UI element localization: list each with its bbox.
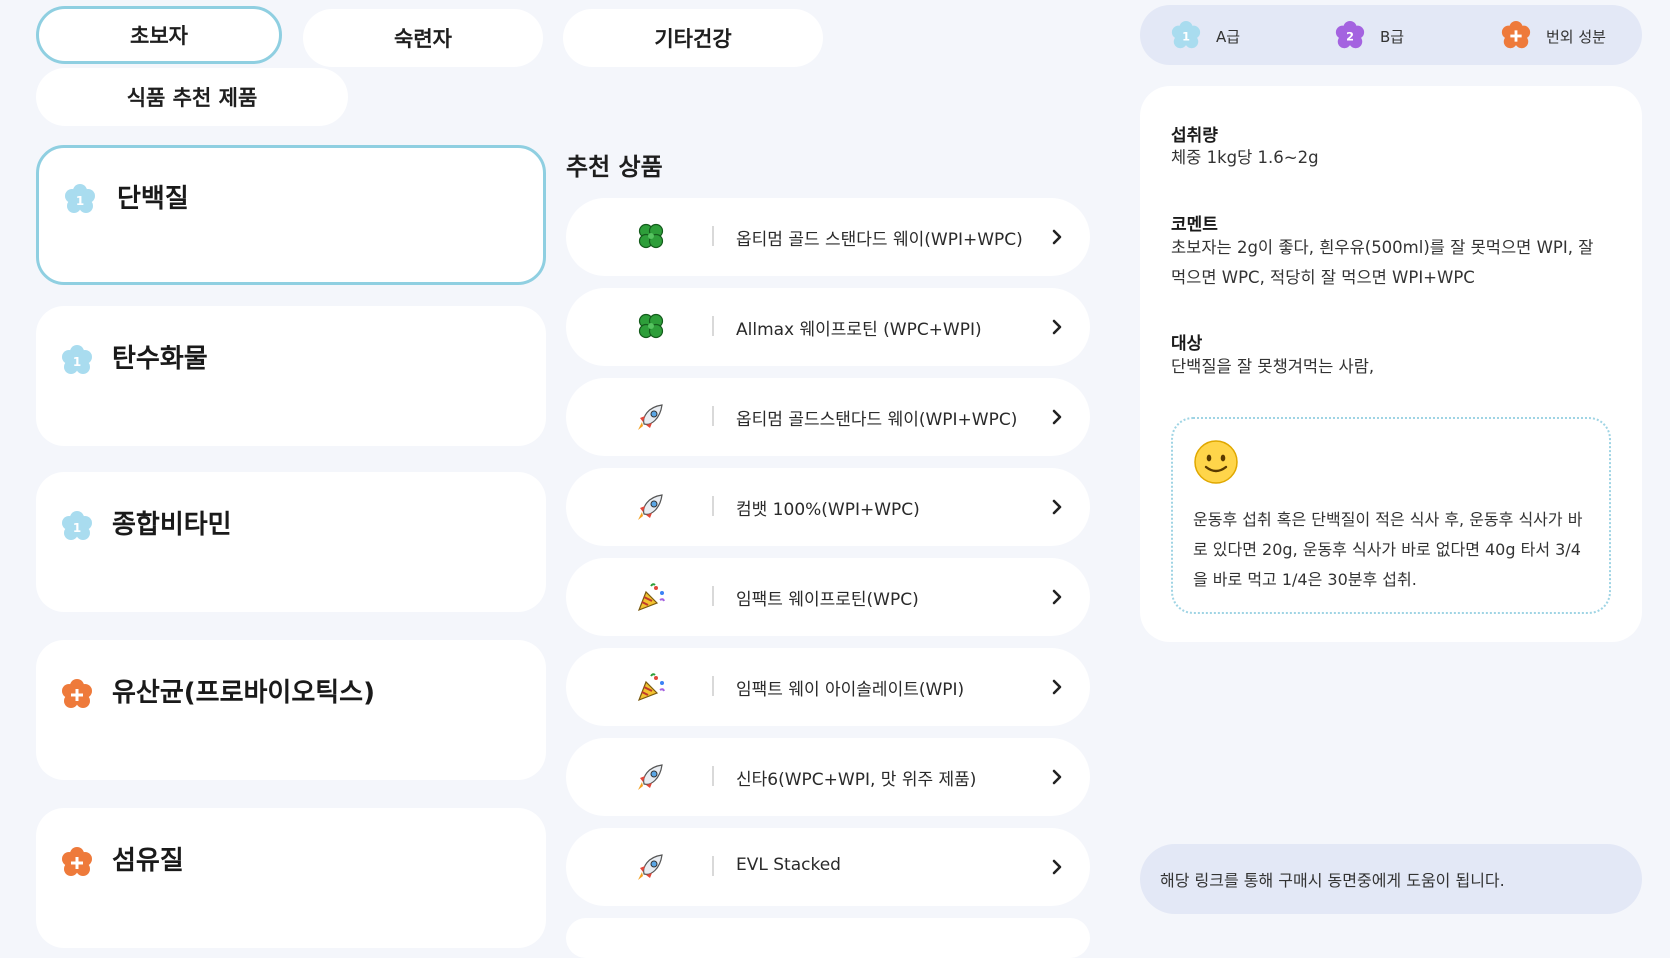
product-item[interactable]: EVL Stacked bbox=[566, 828, 1090, 906]
separator bbox=[712, 226, 714, 246]
product-label: 임팩트 웨이 아이솔레이트(WPI) bbox=[736, 680, 965, 700]
svg-text:1: 1 bbox=[1182, 31, 1190, 44]
grade-a-badge-icon: 1 bbox=[65, 184, 95, 213]
chevron-right-icon bbox=[1052, 769, 1062, 785]
product-item[interactable]: 옵티멈 골드스탠다드 웨이(WPI+WPC) bbox=[566, 378, 1090, 456]
separator bbox=[712, 676, 714, 696]
product-item[interactable]: 옵티멈 골드 스탠다드 웨이(WPI+WPC) bbox=[566, 198, 1090, 276]
category-card-protein[interactable]: 1 단백질 bbox=[36, 145, 546, 285]
legend-item-b: 2 B급 bbox=[1334, 20, 1404, 52]
svg-text:1: 1 bbox=[73, 355, 81, 369]
target-text: 단백질을 잘 못챙겨먹는 사람, bbox=[1171, 357, 1375, 376]
grade-legend: 1 A급 2 B급 번외 성분 bbox=[1140, 5, 1642, 65]
product-item[interactable]: 신타6(WPC+WPI, 맛 위주 제품) bbox=[566, 738, 1090, 816]
separator bbox=[712, 406, 714, 426]
grade-a-badge-icon: 1 bbox=[62, 511, 92, 540]
grade-b-badge-icon: 2 bbox=[1335, 20, 1365, 49]
product-item[interactable]: 임팩트 웨이프로틴(WPC) bbox=[566, 558, 1090, 636]
legend-label: B급 bbox=[1380, 27, 1405, 46]
category-label: 단백질 bbox=[117, 184, 189, 214]
recommended-products-title: 추천 상품 bbox=[566, 153, 663, 181]
extra-ingredient-badge-icon bbox=[62, 847, 92, 876]
separator bbox=[712, 496, 714, 516]
chevron-right-icon bbox=[1052, 499, 1062, 515]
legend-label: 번외 성분 bbox=[1546, 27, 1606, 46]
svg-text:2: 2 bbox=[1346, 31, 1354, 44]
separator bbox=[712, 316, 714, 336]
product-item[interactable]: 임팩트 웨이 아이솔레이트(WPI) bbox=[566, 648, 1090, 726]
chevron-right-icon bbox=[1052, 319, 1062, 335]
chevron-right-icon bbox=[1052, 229, 1062, 245]
product-item[interactable]: 컴뱃 100%(WPI+WPC) bbox=[566, 468, 1090, 546]
tab-beginner[interactable]: 초보자 bbox=[36, 6, 282, 64]
intake-text: 체중 1kg당 1.6~2g bbox=[1171, 148, 1319, 167]
party-popper-icon bbox=[637, 673, 665, 702]
rocket-icon bbox=[638, 854, 663, 880]
chevron-right-icon bbox=[1052, 409, 1062, 425]
category-card-probiotics[interactable]: 유산균(프로바이오틱스) bbox=[36, 640, 546, 780]
separator bbox=[712, 766, 714, 786]
product-item[interactable]: Allmax 웨이프로틴 (WPC+WPI) bbox=[566, 288, 1090, 366]
svg-text:1: 1 bbox=[76, 194, 84, 208]
grade-a-badge-icon: 1 bbox=[1171, 20, 1201, 49]
legend-label: A급 bbox=[1216, 27, 1241, 46]
comment-text: 초보자는 2g이 좋다, 흰우유(500ml)를 잘 못먹으면 WPI, 잘 먹… bbox=[1171, 238, 1594, 287]
category-card-carbs[interactable]: 1 탄수화물 bbox=[36, 306, 546, 446]
product-label: EVL Stacked bbox=[736, 855, 841, 875]
clover-icon bbox=[638, 223, 664, 249]
tip-text: 운동후 섭취 혹은 단백질이 적은 식사 후, 운동후 식사가 바로 있다면 2… bbox=[1193, 510, 1583, 589]
category-label: 탄수화물 bbox=[112, 344, 208, 374]
category-card-multivitamin[interactable]: 1 종합비타민 bbox=[36, 472, 546, 612]
product-label: 임팩트 웨이프로틴(WPC) bbox=[736, 590, 919, 610]
comment-heading: 코멘트 bbox=[1171, 215, 1218, 235]
category-label: 종합비타민 bbox=[112, 510, 232, 540]
tip-box: 운동후 섭취 혹은 단백질이 적은 식사 후, 운동후 식사가 바로 있다면 2… bbox=[1171, 417, 1611, 614]
target-heading: 대상 bbox=[1171, 334, 1203, 354]
category-label: 유산균(프로바이오틱스) bbox=[112, 678, 375, 708]
smiley-face-icon bbox=[1194, 440, 1238, 484]
rocket-icon bbox=[638, 404, 663, 430]
category-label: 섬유질 bbox=[112, 846, 184, 876]
tab-food-recommendations[interactable]: 식품 추천 제품 bbox=[36, 68, 348, 126]
tab-advanced[interactable]: 숙련자 bbox=[303, 9, 543, 67]
svg-text:1: 1 bbox=[73, 521, 81, 535]
grade-a-badge-icon: 1 bbox=[62, 345, 92, 374]
product-label: 컴뱃 100%(WPI+WPC) bbox=[736, 500, 920, 520]
rocket-icon bbox=[638, 764, 663, 790]
chevron-right-icon bbox=[1052, 679, 1062, 695]
legend-item-a: 1 A급 bbox=[1170, 20, 1240, 52]
category-card-fiber[interactable]: 섬유질 bbox=[36, 808, 546, 948]
chevron-right-icon bbox=[1052, 859, 1062, 875]
clover-icon bbox=[638, 313, 664, 339]
product-label: Allmax 웨이프로틴 (WPC+WPI) bbox=[736, 320, 982, 340]
product-item-partial[interactable] bbox=[566, 918, 1090, 958]
separator bbox=[712, 586, 714, 606]
product-label: 옵티멈 골드 스탠다드 웨이(WPI+WPC) bbox=[736, 230, 1023, 250]
product-label: 옵티멈 골드스탠다드 웨이(WPI+WPC) bbox=[736, 410, 1018, 430]
separator bbox=[712, 856, 714, 876]
extra-ingredient-badge-icon bbox=[62, 679, 92, 708]
detail-panel: 섭취량 체중 1kg당 1.6~2g 코멘트 초보자는 2g이 좋다, 흰우유(… bbox=[1140, 86, 1642, 642]
chevron-right-icon bbox=[1052, 589, 1062, 605]
extra-ingredient-badge-icon bbox=[1501, 20, 1531, 49]
legend-item-extra: 번외 성분 bbox=[1500, 20, 1606, 52]
party-popper-icon bbox=[637, 583, 665, 612]
affiliate-note: 해당 링크를 통해 구매시 동면중에게 도움이 됩니다. bbox=[1140, 844, 1642, 914]
product-label: 신타6(WPC+WPI, 맛 위주 제품) bbox=[736, 770, 977, 790]
tab-other-health[interactable]: 기타건강 bbox=[563, 9, 823, 67]
rocket-icon bbox=[638, 494, 663, 520]
